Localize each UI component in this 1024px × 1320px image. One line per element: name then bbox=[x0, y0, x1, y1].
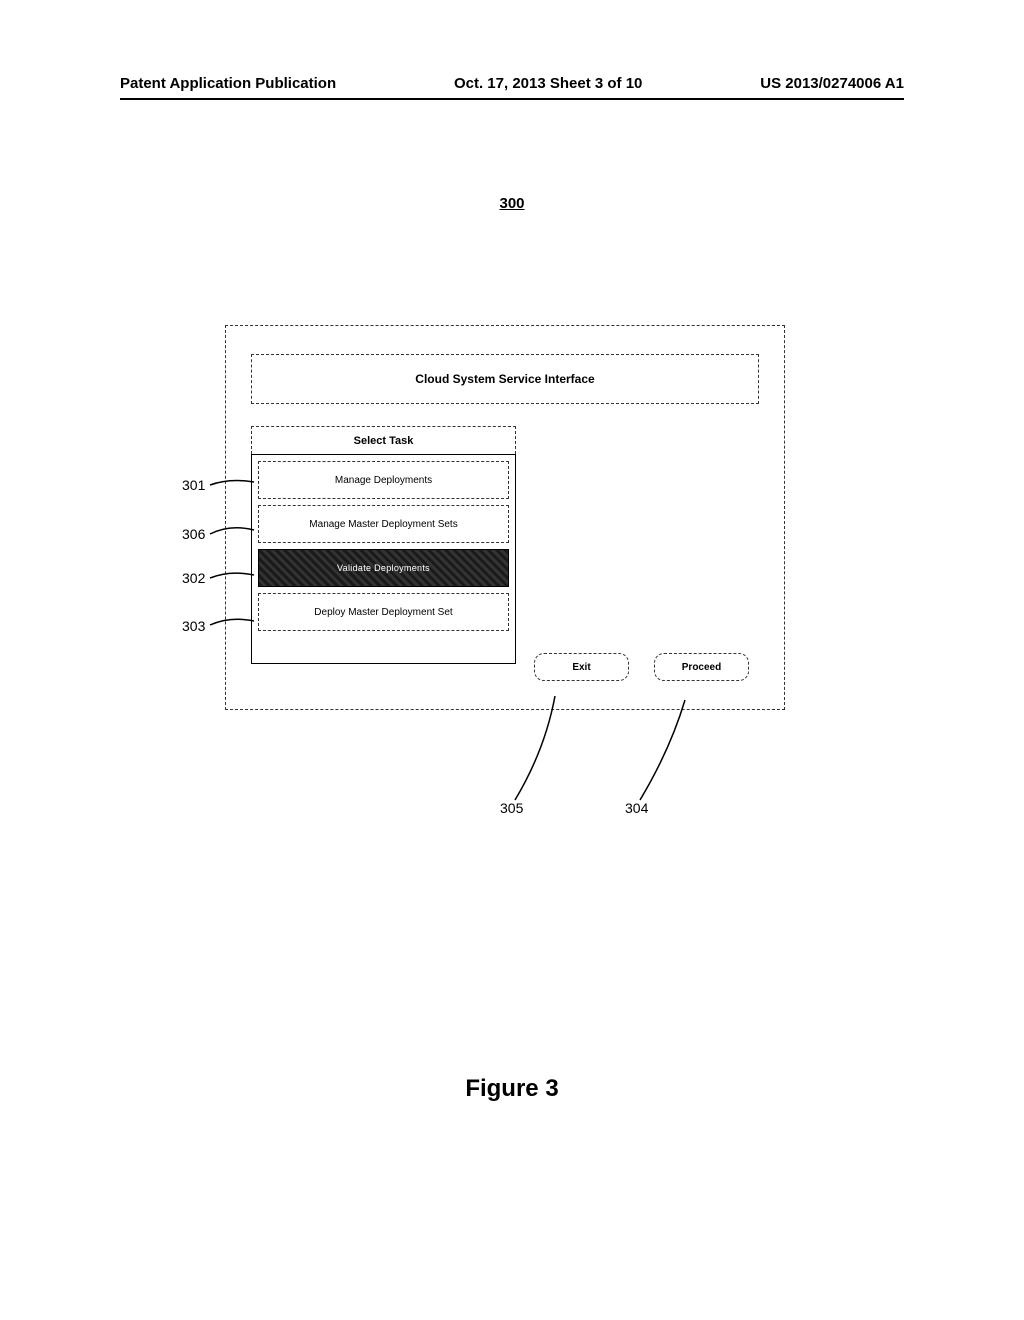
task-item-validate-deployments[interactable]: Validate Deployments bbox=[258, 549, 509, 587]
panel-header: Select Task bbox=[251, 426, 516, 454]
header-center: Oct. 17, 2013 Sheet 3 of 10 bbox=[454, 75, 642, 92]
callout-306: 306 bbox=[182, 526, 205, 542]
header-right: US 2013/0274006 A1 bbox=[760, 75, 904, 92]
proceed-button[interactable]: Proceed bbox=[654, 653, 749, 681]
dialog-window: Cloud System Service Interface Select Ta… bbox=[225, 325, 785, 710]
task-list: Manage Deployments Manage Master Deploym… bbox=[251, 454, 516, 664]
dialog-title: Cloud System Service Interface bbox=[251, 354, 759, 404]
exit-button[interactable]: Exit bbox=[534, 653, 629, 681]
header-left: Patent Application Publication bbox=[120, 75, 336, 92]
callout-304: 304 bbox=[625, 800, 648, 816]
callout-301: 301 bbox=[182, 477, 205, 493]
figure-ref-main: 300 bbox=[499, 195, 524, 212]
task-panel: Select Task Manage Deployments Manage Ma… bbox=[251, 426, 516, 664]
callout-302: 302 bbox=[182, 570, 205, 586]
page-header: Patent Application Publication Oct. 17, … bbox=[120, 75, 904, 100]
callout-305: 305 bbox=[500, 800, 523, 816]
task-item-manage-deployments[interactable]: Manage Deployments bbox=[258, 461, 509, 499]
callout-303: 303 bbox=[182, 618, 205, 634]
task-item-manage-master-sets[interactable]: Manage Master Deployment Sets bbox=[258, 505, 509, 543]
figure-caption: Figure 3 bbox=[465, 1075, 558, 1103]
task-item-deploy-master-set[interactable]: Deploy Master Deployment Set bbox=[258, 593, 509, 631]
